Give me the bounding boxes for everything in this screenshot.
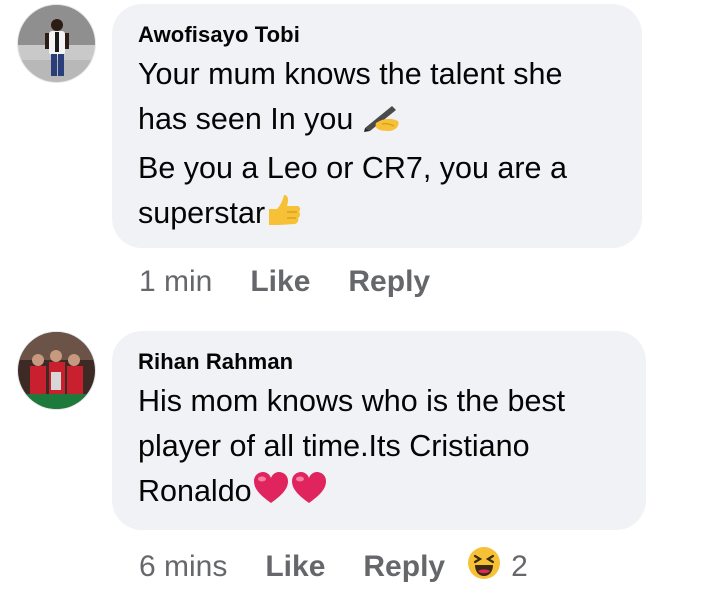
reply-button[interactable]: Reply [348, 265, 430, 299]
comment-line: Ronaldo [138, 474, 252, 508]
reply-button[interactable]: Reply [363, 550, 445, 584]
comment-line: superstar [138, 196, 266, 230]
avatar[interactable] [17, 331, 96, 410]
like-button[interactable]: Like [250, 265, 310, 299]
comment-text: His mom knows who is the best player of … [138, 379, 620, 518]
comment-line: His mom knows who is the best [138, 384, 566, 418]
comment-line: has seen In you [138, 102, 354, 136]
avatar[interactable] [17, 4, 96, 83]
comment-actions: 6 mins Like Reply 2 [139, 546, 528, 588]
comment-line: Be you a Leo or CR7, you are a [138, 151, 567, 185]
comment-text: Your mum knows the talent she has seen I… [138, 52, 616, 240]
comment-author[interactable]: Awofisayo Tobi [138, 22, 616, 48]
comment-actions: 1 min Like Reply [139, 264, 430, 299]
comment-line-with-emoji: superstar [138, 191, 616, 240]
writing-hand-emoji [362, 101, 402, 146]
reaction-count: 2 [511, 550, 528, 583]
reaction-summary[interactable]: 2 [467, 546, 528, 588]
comment-author[interactable]: Rihan Rahman [138, 349, 620, 375]
comment-time[interactable]: 1 min [139, 265, 212, 299]
comment-line-with-emoji: has seen In you [138, 97, 616, 146]
comment-bubble: Rihan Rahman His mom knows who is the be… [112, 331, 646, 530]
red-heart-emoji [290, 471, 328, 518]
comment-bubble: Awofisayo Tobi Your mum knows the talent… [112, 4, 642, 248]
red-heart-emoji [252, 471, 290, 518]
like-button[interactable]: Like [265, 550, 325, 584]
laughing-face-icon [467, 546, 501, 588]
thumbs-up-emoji [265, 193, 301, 240]
comment-line: player of all time.Its Cristiano [138, 429, 530, 463]
comment-line: Your mum knows the talent she [138, 57, 563, 91]
comment-line-with-emoji: Ronaldo [138, 469, 620, 518]
comment-time[interactable]: 6 mins [139, 550, 227, 584]
